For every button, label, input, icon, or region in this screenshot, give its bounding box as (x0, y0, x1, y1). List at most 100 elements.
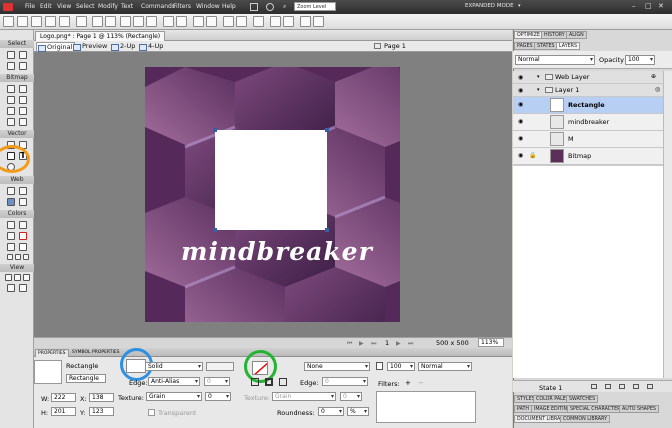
tab-auto-shapes[interactable]: AUTO SHAPES (619, 405, 659, 413)
rotate-ccw-icon[interactable] (270, 16, 281, 27)
new-icon[interactable] (3, 16, 14, 27)
undo-icon[interactable] (92, 16, 103, 27)
texture-amount[interactable]: 0 (205, 392, 231, 401)
tab-pages[interactable]: PAGES (514, 42, 536, 50)
layer-name[interactable]: Rectangle (568, 101, 605, 109)
rubber-stamp-icon[interactable] (7, 118, 15, 126)
tab-properties[interactable]: PROPERTIES (35, 349, 69, 357)
eraser-tool-icon[interactable] (7, 107, 15, 115)
roundness-unit-select[interactable]: % (347, 407, 369, 416)
tab-states[interactable]: STATES (534, 42, 558, 50)
blur-tool-icon[interactable] (19, 107, 27, 115)
roundness-input[interactable]: 0 (318, 407, 344, 416)
send-back-icon[interactable] (236, 16, 247, 27)
tab-layers[interactable]: LAYERS (556, 42, 581, 50)
layer-name[interactable]: mindbreaker (568, 118, 609, 126)
slice-tool-icon[interactable] (19, 187, 27, 195)
menu-text[interactable]: Text (121, 3, 133, 10)
menu-filters[interactable]: Filters (173, 3, 191, 10)
layer-row-mindbreaker[interactable]: ◉ mindbreaker (513, 114, 663, 131)
selection-handle[interactable] (213, 128, 217, 132)
screen-mode-icon[interactable] (250, 3, 258, 11)
menu-modify[interactable]: Modify (98, 3, 118, 10)
loop-icon[interactable]: ⏭ (408, 340, 413, 348)
layer-active-icon[interactable]: ◎ (655, 86, 660, 93)
fill-type-select[interactable]: Solid (145, 362, 203, 371)
add-filter-icon[interactable]: + (405, 379, 411, 387)
print-icon[interactable] (76, 16, 87, 27)
full-screen-icon[interactable] (23, 274, 30, 281)
layers-scrollbar[interactable] (663, 71, 672, 378)
stroke-align-inside-icon[interactable] (251, 378, 259, 386)
workspace-mode[interactable]: EXPANDED MODE (465, 3, 514, 9)
show-slices-icon[interactable] (19, 198, 27, 206)
expand-icon[interactable]: ▾ (537, 87, 540, 93)
stroke-texture-amount[interactable]: 0 (340, 392, 362, 401)
zoom-tool-icon[interactable] (19, 284, 27, 292)
bring-front-icon[interactable] (223, 16, 234, 27)
fill-color-icon[interactable] (7, 243, 15, 251)
tab-symbol-properties[interactable]: SYMBOL PROPERTIES (70, 349, 122, 357)
layer-name[interactable]: M (568, 135, 574, 143)
copy-icon[interactable] (133, 16, 144, 27)
page-label[interactable]: Page 1 (384, 42, 406, 50)
stroke-texture-select[interactable]: Grain (272, 392, 336, 401)
subselect-tool-icon[interactable] (19, 51, 27, 59)
new-layer-icon[interactable] (591, 384, 597, 389)
eyedropper-icon[interactable] (7, 221, 15, 229)
paste-icon[interactable] (146, 16, 157, 27)
marquee-tool-icon[interactable] (7, 85, 15, 93)
transparent-checkbox[interactable] (148, 409, 155, 416)
flip-h-icon[interactable] (300, 16, 311, 27)
fill-options-button[interactable] (206, 362, 234, 371)
tab-align[interactable]: ALIGN (566, 31, 587, 39)
menu-edit[interactable]: Edit (40, 3, 52, 10)
close-icon[interactable]: ✕ (658, 2, 664, 10)
first-frame-icon[interactable]: ⏮ (347, 340, 352, 348)
blend-mode-select[interactable]: Normal (418, 362, 472, 371)
tab-special-characters[interactable]: SPECIAL CHARACTERS (567, 405, 627, 413)
menu-file[interactable]: File (25, 3, 35, 10)
zoom-icon[interactable]: ⌕ (283, 3, 286, 11)
stroke-edge-input[interactable]: 0 (322, 377, 368, 386)
menu-commands[interactable]: Commands (141, 3, 175, 10)
default-colors-icon[interactable] (7, 254, 13, 260)
eye-icon[interactable]: ◉ (518, 101, 523, 108)
layer-row-bitmap[interactable]: ◉ 🔒 Bitmap (513, 148, 663, 165)
selection-handle[interactable] (213, 228, 217, 232)
menu-window[interactable]: Window (196, 3, 220, 10)
layer-row-m[interactable]: ◉ M (513, 131, 663, 148)
eye-icon[interactable]: ◉ (518, 118, 523, 125)
eye-icon[interactable]: ◉ (518, 87, 523, 94)
x-input[interactable]: 138 (89, 393, 114, 402)
group-icon[interactable] (163, 16, 174, 27)
stroke-align-outside-icon[interactable] (279, 378, 287, 386)
last-frame-icon[interactable]: ⏭ (371, 340, 376, 348)
lasso-tool-icon[interactable] (19, 85, 27, 93)
chevron-down-icon[interactable]: ▾ (518, 3, 521, 9)
ungroup-icon[interactable] (176, 16, 187, 27)
layer-name[interactable]: Bitmap (568, 152, 591, 160)
tab-4up[interactable]: 4-Up (138, 42, 165, 51)
canvas-image[interactable]: mindbreaker (145, 67, 400, 322)
state-label[interactable]: State 1 (539, 384, 562, 392)
tab-common-library[interactable]: COMMON LIBRARY (560, 415, 611, 423)
hand-tool-icon[interactable] (7, 284, 15, 292)
swap-colors-icon[interactable] (23, 254, 29, 260)
scale-tool-icon[interactable] (7, 62, 15, 70)
delete-icon[interactable] (647, 384, 653, 389)
layer-row-rectangle[interactable]: ◉ Rectangle (513, 97, 663, 114)
tab-swatches[interactable]: SWATCHES (566, 395, 599, 403)
magic-wand-icon[interactable] (7, 96, 15, 104)
pointer-tool-icon[interactable] (7, 51, 15, 59)
play-icon[interactable]: ▶ (359, 340, 364, 347)
expand-icon[interactable]: ▾ (537, 74, 540, 80)
menu-select[interactable]: Select (76, 3, 95, 10)
tab-optimize[interactable]: OPTIMIZE (514, 31, 543, 39)
tab-path[interactable]: PATH (514, 405, 533, 413)
hide-slices-icon[interactable] (7, 198, 15, 206)
align-icon[interactable] (253, 16, 264, 27)
selection-handle[interactable] (325, 228, 329, 232)
document-tab[interactable]: Logo.png* : Page 1 @ 113% (Rectangle) (35, 31, 166, 41)
next-frame-icon[interactable]: ▶ (396, 340, 401, 347)
